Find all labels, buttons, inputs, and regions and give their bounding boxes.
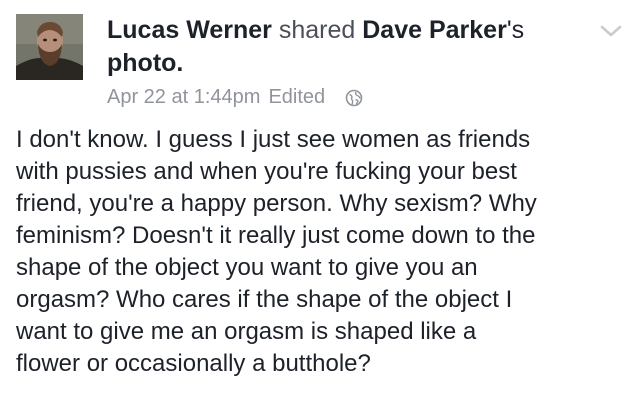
author-name-link[interactable]: Lucas Werner: [107, 16, 272, 44]
edited-label[interactable]: Edited: [268, 84, 325, 110]
shared-object-link[interactable]: photo.: [107, 49, 183, 77]
post-body-line: flower or occasionally a butthole?: [16, 350, 371, 377]
post-timestamp[interactable]: Apr 22 at 1:44pm: [107, 84, 260, 110]
post-meta: Apr 22 at 1:44pm Edited: [107, 84, 363, 110]
profile-photo-icon: [16, 14, 83, 80]
post-body-line: orgasm? Who cares if the shape of the ob…: [16, 286, 513, 313]
shared-from-suffix: 's: [506, 16, 525, 44]
post-body-line: I don't know. I guess I just see women a…: [16, 126, 531, 153]
post-body-line: feminism? Doesn't it really just come do…: [16, 222, 536, 249]
shared-from-name[interactable]: Dave Parker: [362, 16, 507, 44]
post-card: Lucas Werner shared Dave Parker's photo.…: [0, 0, 640, 416]
post-body-line: friend, you're a happy person. Why sexis…: [16, 190, 537, 217]
share-action-text: shared: [278, 16, 356, 44]
post-body-line: shape of the object you want to give you…: [16, 254, 478, 281]
post-body: I don't know. I guess I just see women a…: [16, 124, 636, 380]
shared-from-link[interactable]: Dave Parker: [362, 16, 507, 44]
post-body-line: with pussies and when you're fucking you…: [16, 158, 517, 185]
post-header: Lucas Werner shared Dave Parker's photo.: [107, 14, 567, 80]
globe-icon[interactable]: [345, 88, 363, 107]
chevron-down-icon[interactable]: [598, 22, 624, 40]
avatar[interactable]: [16, 14, 83, 80]
post-body-line: want to give me an orgasm is shaped like…: [16, 318, 477, 345]
